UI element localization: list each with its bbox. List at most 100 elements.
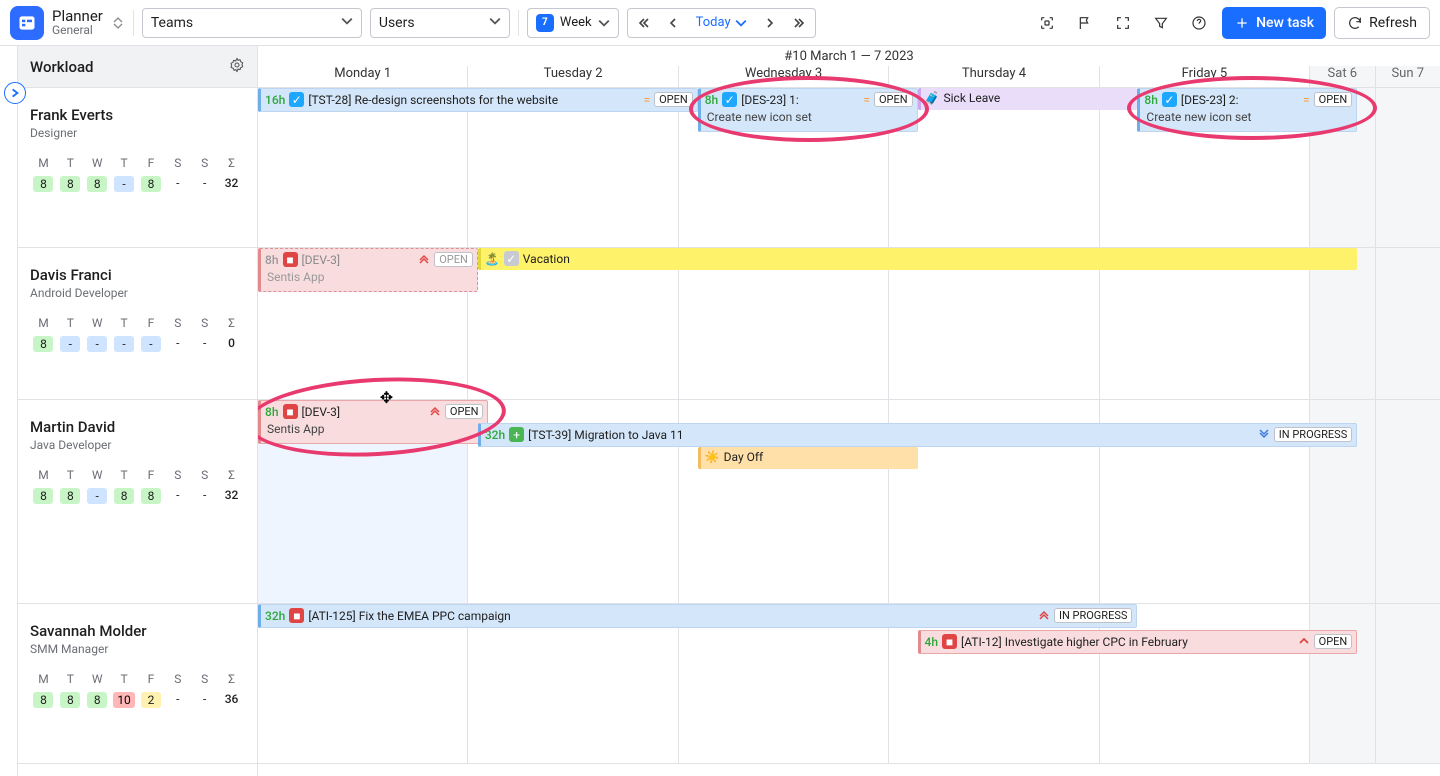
person-name: Davis Franci <box>30 266 245 284</box>
task-hours: 8h <box>705 93 719 107</box>
nav-next-button[interactable] <box>755 9 785 37</box>
person-role: Java Developer <box>30 438 245 452</box>
chevron-down-icon <box>489 15 501 31</box>
app-title: Planner General <box>52 8 103 38</box>
task-card[interactable]: 🧳 Sick Leave <box>918 88 1138 110</box>
sidebar-expand-button[interactable] <box>4 82 26 104</box>
workload-value: 8 <box>84 692 111 708</box>
help-icon-button[interactable] <box>1184 8 1214 38</box>
gear-icon <box>229 57 245 73</box>
chevron-down-icon <box>598 17 610 29</box>
view-selector[interactable]: 7 Week <box>527 8 619 38</box>
today-button[interactable]: Today <box>688 9 755 37</box>
workload-value: 8 <box>138 176 165 192</box>
checkbox-icon: ✓ <box>1162 92 1177 107</box>
workload-value: 8 <box>57 488 84 504</box>
chevron-down-icon <box>341 15 353 31</box>
task-card[interactable]: 16h ✓ [TST-28] Re-design screenshots for… <box>258 88 698 112</box>
checkbox-icon: + <box>509 427 524 442</box>
task-card[interactable]: 8h ✓ [DES-23] 1: = OPEN Create new icon … <box>698 88 918 132</box>
task-title: [ATI-125] Fix the EMEA PPC campaign <box>308 609 1034 623</box>
status-badge: OPEN <box>1314 92 1353 107</box>
task-card[interactable]: 32h + [TST-39] Migration to Java 11 IN P… <box>478 423 1357 447</box>
view-label: Week <box>560 15 592 30</box>
priority-low-icon <box>1258 427 1270 442</box>
person-name: Martin David <box>30 418 245 436</box>
person-block: Davis FranciAndroid DeveloperMTWTFSSΣ8--… <box>18 248 257 400</box>
workload-value: 8 <box>111 488 138 504</box>
workload-value: - <box>84 488 111 504</box>
person-name: Frank Everts <box>30 106 245 124</box>
workload-value: 8 <box>138 488 165 504</box>
plus-icon <box>1234 15 1250 31</box>
today-label: Today <box>696 15 731 30</box>
new-task-label: New task <box>1256 15 1314 31</box>
task-title: Vacation <box>523 252 1353 266</box>
workload-day-header: W <box>84 316 111 330</box>
checkbox-icon: ■ <box>942 634 957 649</box>
task-hours: 32h <box>265 609 285 623</box>
workload-day-header: F <box>138 468 165 482</box>
task-title: Day Off <box>724 450 914 464</box>
task-card[interactable]: 8h ✓ [DES-23] 2: = OPEN Create new icon … <box>1137 88 1357 132</box>
task-card[interactable]: 32h ■ [ATI-125] Fix the EMEA PPC campaig… <box>258 604 1137 628</box>
workload-value: 8 <box>57 176 84 192</box>
workload-day-header: T <box>57 316 84 330</box>
task-card[interactable]: 8h ■ [DEV-3] OPEN Sentis App <box>258 248 478 292</box>
nav-prev-button[interactable] <box>658 9 688 37</box>
workload-day-header: W <box>84 468 111 482</box>
sidebar-title: Workload <box>30 58 94 76</box>
workload-value: - <box>164 692 191 708</box>
priority-high-icon <box>1298 634 1310 649</box>
calendar-row: 16h ✓ [TST-28] Re-design screenshots for… <box>258 88 1440 248</box>
workload-day-header: F <box>138 672 165 686</box>
status-badge: OPEN <box>434 252 473 267</box>
workload-value: 32 <box>218 488 245 504</box>
teams-select[interactable]: Teams <box>142 8 362 38</box>
workload-value: 8 <box>57 692 84 708</box>
workload-value: - <box>57 336 84 352</box>
task-title: [DES-23] 1: <box>741 93 859 107</box>
workload-day-header: F <box>138 316 165 330</box>
priority-icon: = <box>863 93 870 107</box>
filter-icon-button[interactable] <box>1146 8 1176 38</box>
workload-value: - <box>164 176 191 192</box>
workload-day-header: S <box>164 316 191 330</box>
task-card[interactable]: 🏝️ ✓ Vacation <box>478 248 1357 270</box>
workload-day-header: T <box>111 156 138 170</box>
task-card[interactable]: ☀️ Day Off <box>698 447 918 469</box>
priority-icon: = <box>1303 93 1310 107</box>
task-card[interactable]: 4h ■ [ATI-12] Investigate higher CPC in … <box>918 630 1358 654</box>
task-card-dragging[interactable]: 8h ■ [DEV-3] OPEN Sentis App <box>258 400 488 444</box>
priority-highest-icon <box>418 252 430 267</box>
workload-day-header: T <box>57 468 84 482</box>
checkbox-icon: ✓ <box>722 92 737 107</box>
vacation-icon: 🏝️ <box>485 252 500 266</box>
users-select[interactable]: Users <box>370 8 510 38</box>
checkbox-done-icon: ✓ <box>504 251 519 266</box>
nav-first-button[interactable] <box>628 9 658 37</box>
app-switcher[interactable] <box>111 17 125 29</box>
nav-last-button[interactable] <box>785 9 815 37</box>
workload-day-header: T <box>57 156 84 170</box>
app-icon <box>10 6 44 40</box>
task-subtitle: Sentis App <box>261 270 477 288</box>
fullscreen-icon-button[interactable] <box>1108 8 1138 38</box>
sun-icon: ☀️ <box>705 450 720 464</box>
workload-day-header: S <box>191 672 218 686</box>
checkbox-icon: ■ <box>289 608 304 623</box>
users-select-label: Users <box>379 15 415 31</box>
priority-icon: = <box>644 93 651 107</box>
refresh-button[interactable]: Refresh <box>1334 7 1430 39</box>
app-sub: General <box>52 24 103 37</box>
person-block: Martin DavidJava DeveloperMTWTFSSΣ88-88-… <box>18 400 257 604</box>
status-badge: OPEN <box>654 92 693 107</box>
new-task-button[interactable]: New task <box>1222 7 1326 39</box>
priority-highest-icon <box>1038 608 1050 623</box>
status-badge: OPEN <box>874 92 913 107</box>
settings-button[interactable] <box>229 57 245 77</box>
flag-icon-button[interactable] <box>1070 8 1100 38</box>
scan-icon-button[interactable] <box>1032 8 1062 38</box>
task-title: [TST-39] Migration to Java 11 <box>528 428 1254 442</box>
task-hours: 8h <box>265 253 279 267</box>
